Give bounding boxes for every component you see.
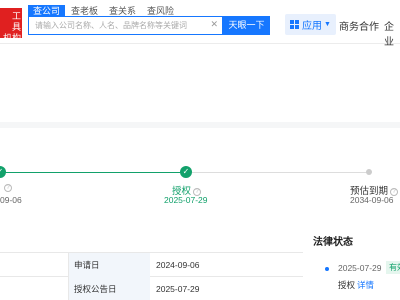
row-value: 2025-07-29 xyxy=(156,284,200,294)
legal-event-status: 授权 xyxy=(338,280,356,290)
timeline-step-grant-icon: ✓ xyxy=(180,166,192,178)
timeline-step-apply-icon: ✓ xyxy=(0,166,6,178)
timeline-remaining-line xyxy=(192,172,368,173)
help-icon[interactable]: ? xyxy=(4,184,12,192)
table-left-border xyxy=(68,252,69,300)
legal-valid-badge: 有效 xyxy=(386,261,400,274)
logo-line-1: 工 具 xyxy=(11,11,21,32)
search-box: ✕ xyxy=(28,16,223,35)
grid-icon xyxy=(290,20,299,29)
table-row-apply-date: 申请日 2024-09-06 xyxy=(0,253,303,277)
search-button[interactable]: 天眼一下 xyxy=(223,16,270,35)
clear-icon[interactable]: ✕ xyxy=(210,19,218,30)
row-label: 申请日 xyxy=(68,253,150,277)
legal-status-title: 法律状态 xyxy=(313,237,353,248)
legal-detail-link[interactable]: 详情 xyxy=(357,279,374,291)
row-label: 授权公告日 xyxy=(68,277,150,300)
table-row-grant-date: 授权公告日 2025-07-29 xyxy=(0,277,303,300)
timeline-expire-date: 2034-09-06 xyxy=(350,195,394,205)
nav-business-link[interactable]: 商务合作 xyxy=(339,18,379,33)
timeline-step-expire-icon xyxy=(366,169,372,175)
row-value: 2024-09-06 xyxy=(156,260,200,270)
apps-menu-button[interactable]: 应用 ▼ xyxy=(285,14,336,35)
timeline-apply-date: 09-06 xyxy=(0,195,22,205)
apps-menu-label: 应用 xyxy=(302,21,322,32)
timeline-progress-line xyxy=(0,172,182,173)
legal-event-date: 2025-07-29 xyxy=(338,263,382,273)
logo-line-2: 机构 xyxy=(2,33,21,43)
search-input[interactable] xyxy=(29,17,209,34)
brand-logo[interactable]: 工 具 机构 xyxy=(0,8,22,43)
caret-down-icon: ▼ xyxy=(324,21,331,28)
section-divider xyxy=(0,122,400,128)
top-header: 工 具 机构 查公司 查老板 查关系 查风险 ✕ 天眼一下 应用 ▼ 商务合作 … xyxy=(0,0,400,48)
timeline-grant-date: 2025-07-29 xyxy=(164,195,208,205)
legal-timeline-dot xyxy=(325,267,329,271)
nav-enterprise-link[interactable]: 企业 xyxy=(384,18,400,48)
